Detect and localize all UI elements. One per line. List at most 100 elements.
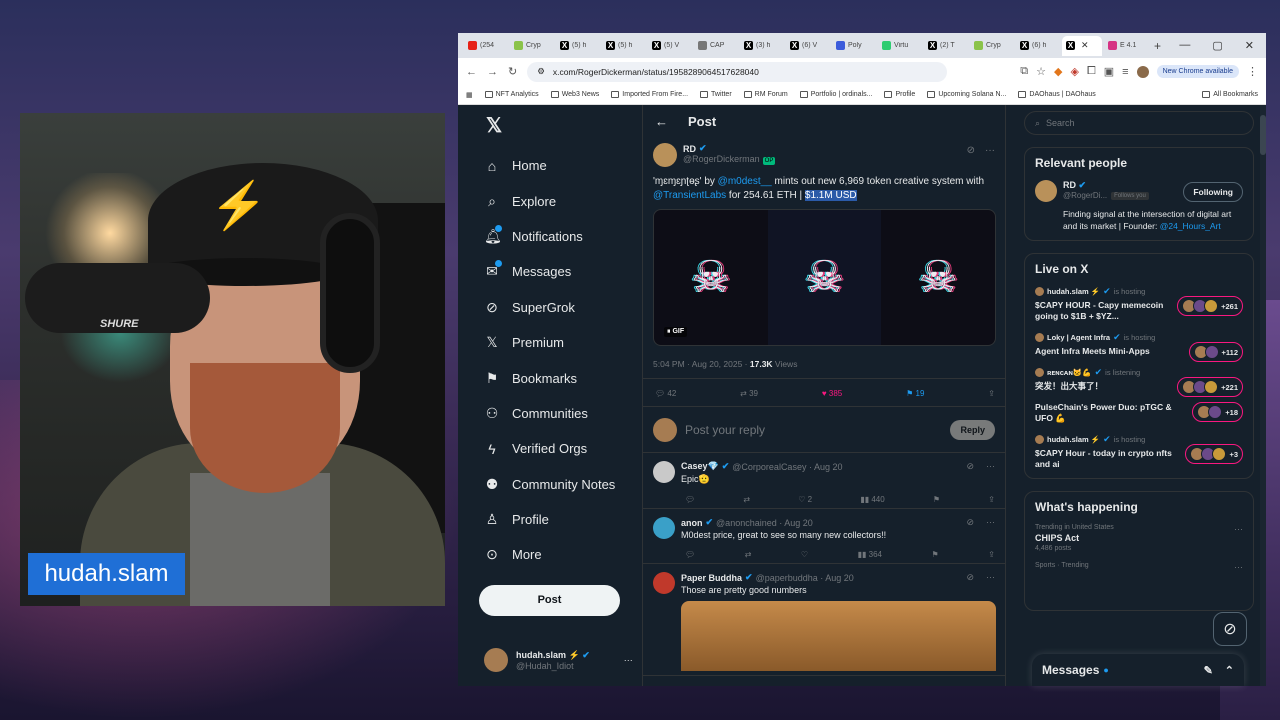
- like-icon[interactable]: ♡ 2: [798, 495, 812, 504]
- listeners-pill[interactable]: +3: [1185, 444, 1243, 464]
- reply-input[interactable]: Post your reply: [685, 423, 942, 437]
- person-name[interactable]: RD: [1063, 180, 1076, 190]
- minimize-icon[interactable]: —: [1179, 39, 1190, 52]
- maximize-icon[interactable]: ▢: [1212, 39, 1222, 52]
- browser-tab[interactable]: X (5) V: [648, 36, 692, 56]
- person-handle[interactable]: @RogerDi...: [1063, 191, 1107, 200]
- live-space-item[interactable]: Loky | Agent Infra ✔ is hosting Agent Infra…: [1035, 332, 1243, 362]
- live-space-item[interactable]: hudah.slam ⚡ ✔ is hosting $CAPY HOUR - Capy…: [1035, 286, 1243, 322]
- reply-icon[interactable]: 💬︎: [685, 550, 695, 559]
- browser-tab[interactable]: E 4.1: [1104, 36, 1148, 56]
- kebab-menu-icon[interactable]: ⋮: [1247, 65, 1258, 78]
- new-chrome-button[interactable]: New Chrome available: [1156, 65, 1239, 78]
- close-window-icon[interactable]: ✕: [1245, 39, 1254, 52]
- x-logo-icon[interactable]: 𝕏: [486, 113, 642, 138]
- apps-icon[interactable]: ▦: [466, 91, 473, 99]
- grok-icon[interactable]: ⊘: [967, 145, 975, 156]
- all-bookmarks[interactable]: All Bookmarks: [1202, 91, 1258, 98]
- forward-icon[interactable]: →: [487, 66, 498, 78]
- browser-tab[interactable]: CAP: [694, 36, 738, 56]
- back-icon[interactable]: ←: [466, 66, 477, 78]
- share-icon[interactable]: ⇪: [988, 495, 995, 504]
- trend-item[interactable]: Trending in United States CHIPS Act 4,486 …: [1035, 524, 1243, 552]
- browser-tab[interactable]: Cryp: [510, 36, 554, 56]
- bookmark-icon[interactable]: ⚑: [933, 495, 940, 504]
- following-button[interactable]: Following: [1183, 182, 1243, 202]
- browser-tab[interactable]: X (2) T: [924, 36, 968, 56]
- sidepanel-icon[interactable]: ▣: [1104, 65, 1114, 78]
- site-info-icon[interactable]: ⚙: [537, 66, 545, 77]
- more-dots-icon[interactable]: ···: [624, 655, 633, 665]
- browser-tab[interactable]: X ✕: [1062, 35, 1102, 56]
- bio-link[interactable]: @24_Hours_Art: [1160, 221, 1221, 231]
- more-dots-icon[interactable]: ···: [986, 461, 995, 472]
- more-dots-icon[interactable]: ···: [986, 572, 995, 583]
- nav-item-community-notes[interactable]: ⚉ Community Notes: [484, 467, 642, 502]
- avatar[interactable]: [653, 461, 675, 483]
- reply-author[interactable]: Paper Buddha: [681, 573, 742, 583]
- reply-button[interactable]: Reply: [950, 419, 995, 440]
- author-name[interactable]: RD: [683, 144, 696, 154]
- bookmark-item[interactable]: Imported From Fire...: [611, 91, 688, 98]
- nav-item-explore[interactable]: ⌕ Explore: [484, 183, 642, 218]
- grok-icon[interactable]: ⊘: [966, 461, 974, 472]
- star-icon[interactable]: ☆: [1036, 65, 1046, 78]
- bookmark-item[interactable]: Profile: [884, 91, 915, 98]
- like-icon[interactable]: ♡: [801, 550, 808, 559]
- install-icon[interactable]: ⧉: [1020, 65, 1028, 78]
- browser-tab[interactable]: X (5) h: [556, 36, 600, 56]
- browser-tab[interactable]: (254: [464, 36, 508, 56]
- author-handle[interactable]: @RogerDickerman: [683, 154, 760, 164]
- avatar[interactable]: [653, 572, 675, 594]
- browser-tab[interactable]: Poly: [832, 36, 876, 56]
- nav-item-home[interactable]: ⌂ Home: [484, 148, 642, 183]
- back-arrow-icon[interactable]: ←: [655, 114, 668, 129]
- nav-item-verified-orgs[interactable]: ϟ Verified Orgs: [484, 431, 642, 466]
- messages-dock[interactable]: Messages ● ✎ ⌃: [1032, 654, 1244, 686]
- bookmark-item[interactable]: DAOhaus | DAOhaus: [1018, 91, 1096, 98]
- live-space-item[interactable]: PulseChain's Power Duo: pTGC & UFO 💪 +18: [1035, 402, 1243, 424]
- browser-tab[interactable]: X (6) h: [1016, 36, 1060, 56]
- reply-handle[interactable]: @CorporealCasey · Aug 20: [732, 462, 842, 472]
- grok-icon[interactable]: ⊘: [966, 517, 974, 528]
- reload-icon[interactable]: ↻: [508, 65, 517, 78]
- nav-item-notifications[interactable]: 🔔︎ Notifications: [484, 219, 642, 254]
- avatar[interactable]: [653, 143, 677, 167]
- like-stat[interactable]: ♥ 385: [822, 389, 842, 398]
- browser-tab[interactable]: X (3) h: [740, 36, 784, 56]
- reply-author[interactable]: Casey💎: [681, 461, 719, 472]
- nav-item-communities[interactable]: ⚇ Communities: [484, 396, 642, 431]
- bookmark-item[interactable]: RM Forum: [743, 91, 788, 98]
- bookmark-item[interactable]: Web3 News: [550, 91, 599, 98]
- avatar[interactable]: [1035, 180, 1057, 202]
- bookmark-icon[interactable]: ⚑: [932, 550, 939, 559]
- reply-icon[interactable]: 💬︎: [685, 495, 695, 504]
- nav-item-bookmarks[interactable]: ⚑ Bookmarks: [484, 360, 642, 395]
- nav-item-messages[interactable]: ✉ Messages: [484, 254, 642, 289]
- bookmark-item[interactable]: NFT Analytics: [484, 91, 539, 98]
- repost-stat[interactable]: ⇄ 39: [740, 389, 758, 398]
- close-tab-icon[interactable]: ✕: [1081, 40, 1089, 51]
- share-icon[interactable]: ⇪: [988, 389, 995, 398]
- profile-avatar[interactable]: [1136, 65, 1149, 78]
- post-button[interactable]: Post: [479, 584, 620, 616]
- live-space-item[interactable]: ʀᴇɴᴄᴀɴ🐱💪 ✔ is listening 突发！出大事了！ +221: [1035, 367, 1243, 397]
- browser-tab[interactable]: X (6) V: [786, 36, 830, 56]
- metamask-icon[interactable]: ◆: [1054, 65, 1062, 78]
- bookmark-item[interactable]: Twitter: [700, 91, 732, 98]
- nav-item-premium[interactable]: 𝕏 Premium: [484, 325, 642, 360]
- reply-stat[interactable]: 💬︎ 42: [655, 389, 676, 398]
- nav-item-supergrok[interactable]: ⊘ SuperGrok: [484, 290, 642, 325]
- more-dots-icon[interactable]: ···: [985, 145, 995, 156]
- compose-message-icon[interactable]: ✎: [1204, 664, 1213, 677]
- mention-link[interactable]: @TransientLabs: [653, 190, 726, 201]
- pause-icon[interactable]: ⏸: [667, 328, 671, 335]
- menu-list-icon[interactable]: ≡: [1122, 66, 1128, 78]
- nav-item-more[interactable]: ⊙ More: [484, 537, 642, 572]
- trend-item[interactable]: Sports · Trending ···: [1035, 562, 1243, 572]
- bookmark-item[interactable]: Upcoming Solana N...: [927, 91, 1006, 98]
- more-dots-icon[interactable]: ···: [1234, 524, 1243, 534]
- more-dots-icon[interactable]: ···: [986, 517, 995, 528]
- extensions-icon[interactable]: ⧠: [1087, 65, 1096, 78]
- bookmark-stat[interactable]: ⚑ 19: [906, 389, 924, 398]
